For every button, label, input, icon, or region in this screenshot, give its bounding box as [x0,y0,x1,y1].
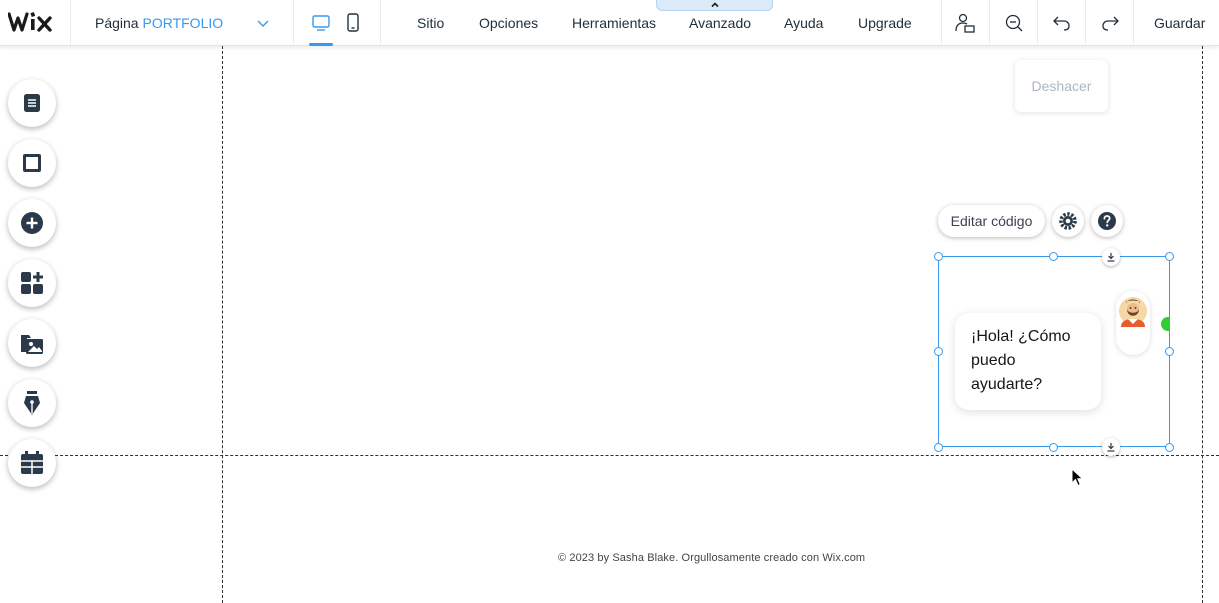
anchor-top-button[interactable] [1102,248,1120,266]
editor-top-bar: Página PORTFOLIO Sitio Opciones Herramie… [0,0,1219,46]
menu-opciones[interactable]: Opciones [479,15,538,31]
menu-upgrade[interactable]: Upgrade [858,15,912,31]
section-divider-line [0,455,1219,456]
resize-handle-bottom-right[interactable] [1165,443,1174,452]
right-grid-line [1202,46,1203,603]
background-button[interactable] [8,139,56,187]
undo-icon[interactable] [1050,11,1074,35]
menu-avanzado[interactable]: Avanzado [689,15,751,31]
save-button[interactable]: Guardar [1154,15,1205,31]
blog-button[interactable] [8,379,56,427]
wix-logo[interactable] [8,9,60,35]
chevron-down-icon[interactable] [256,16,270,30]
edit-code-button[interactable]: Editar código [938,205,1045,237]
divider [941,0,942,46]
mouse-cursor-icon [1071,468,1084,487]
gear-icon [1059,212,1077,230]
media-button[interactable] [8,319,56,367]
help-button[interactable] [1091,205,1123,237]
bookings-icon [21,451,43,474]
zoom-out-icon[interactable] [1002,11,1026,35]
chat-welcome-bubble[interactable]: ¡Hola! ¿Cómo puedo ayudarte? [955,313,1101,410]
left-grid-line [222,46,223,603]
pages-icon [24,94,40,112]
pages-button[interactable] [8,79,56,127]
site-footer-text: © 2023 by Sasha Blake. Orgullosamente cr… [558,552,866,564]
divider [1133,0,1134,46]
chevron-up-icon [710,2,719,8]
resize-handle-top-left[interactable] [934,252,943,261]
active-device-indicator [309,43,333,46]
add-icon [21,212,43,234]
resize-handle-top-right[interactable] [1165,252,1174,261]
chat-agent-avatar[interactable] [1116,291,1150,355]
page-selector-prefix: Página [95,15,139,31]
resize-handle-bottom-left[interactable] [934,443,943,452]
resize-handle-right[interactable] [1165,347,1174,356]
menu-herramientas[interactable]: Herramientas [572,15,656,31]
collapse-toolbar-tab[interactable] [656,0,773,11]
add-elements-button[interactable] [8,199,56,247]
download-icon [1107,443,1115,452]
divider [1085,0,1086,46]
app-market-icon [21,272,43,294]
divider [989,0,990,46]
divider [380,0,381,46]
redo-icon[interactable] [1098,11,1122,35]
menu-sitio[interactable]: Sitio [417,15,444,31]
background-icon [23,154,41,172]
pen-icon [24,391,40,415]
divider [293,0,294,46]
resize-handle-bottom[interactable] [1049,443,1058,452]
current-page-name: PORTFOLIO [142,15,224,31]
menu-ayuda[interactable]: Ayuda [784,15,823,31]
collaborators-icon[interactable] [953,11,977,35]
download-icon [1107,253,1115,262]
app-market-button[interactable] [8,259,56,307]
page-selector[interactable]: Página PORTFOLIO [95,15,223,31]
desktop-icon[interactable] [310,12,332,34]
media-icon [21,335,43,354]
bookings-button[interactable] [8,439,56,487]
mobile-icon[interactable] [342,12,364,34]
undo-tooltip: Deshacer [1015,60,1108,112]
online-status-indicator [1161,317,1170,331]
resize-handle-top[interactable] [1049,252,1058,261]
anchor-bottom-button[interactable] [1102,438,1120,456]
settings-button[interactable] [1052,205,1084,237]
resize-handle-left[interactable] [934,347,943,356]
divider [70,0,71,46]
help-icon [1098,212,1116,230]
agent-avatar-icon [1119,297,1147,327]
divider [1037,0,1038,46]
